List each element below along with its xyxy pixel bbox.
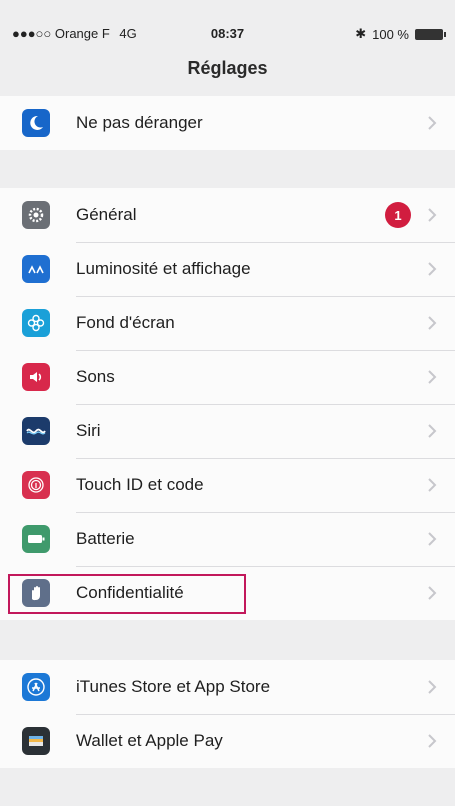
fingerprint-icon [22, 471, 50, 499]
settings-row-label: Général [76, 205, 137, 224]
wallet-icon [22, 727, 50, 755]
chevron-right-icon [428, 424, 437, 438]
battery-percent: 100 % [372, 26, 409, 42]
settings-group-3: iTunes Store et App Store Wallet et Appl… [0, 660, 455, 768]
chevron-right-icon [428, 586, 437, 600]
gear-icon [22, 201, 50, 229]
settings-row-label: Wallet et Apple Pay [76, 731, 223, 750]
settings-row-wallet[interactable]: Wallet et Apple Pay [0, 714, 455, 768]
settings-row-label: iTunes Store et App Store [76, 677, 271, 696]
brightness-icon [22, 255, 50, 283]
chevron-right-icon [428, 532, 437, 546]
app-store-icon [22, 673, 50, 701]
chevron-right-icon [428, 734, 437, 748]
chevron-right-icon [428, 262, 437, 276]
settings-row-label: Luminosité et affichage [76, 259, 251, 278]
status-bar: ●●●○○ Orange F 4G 08:37 ✱ 100 % [0, 0, 455, 54]
chevron-right-icon [428, 370, 437, 384]
settings-row-siri[interactable]: Siri [0, 404, 455, 458]
settings-row-label: Sons [76, 367, 115, 386]
settings-row-label: Siri [76, 421, 101, 440]
settings-row-sons[interactable]: Sons [0, 350, 455, 404]
notification-badge: 1 [385, 202, 411, 228]
settings-row-ne-pas-deranger[interactable]: Ne pas déranger [0, 96, 455, 150]
settings-row-label: Ne pas déranger [76, 113, 203, 132]
settings-row-itunes-app-store[interactable]: iTunes Store et App Store [0, 660, 455, 714]
battery-icon [415, 28, 446, 40]
settings-row-luminosite[interactable]: Luminosité et affichage [0, 242, 455, 296]
settings-row-label: Batterie [76, 529, 135, 548]
bluetooth-icon: ✱ [355, 26, 367, 41]
settings-row-confidentialite[interactable]: Confidentialité [0, 566, 455, 620]
battery-icon [22, 525, 50, 553]
moon-icon [22, 109, 50, 137]
settings-row-label: Fond d'écran [76, 313, 175, 332]
status-right: ✱ 100 % [355, 26, 446, 42]
settings-row-touch-id[interactable]: Touch ID et code [0, 458, 455, 512]
flower-icon [22, 309, 50, 337]
speaker-icon [22, 363, 50, 391]
chevron-right-icon [428, 116, 437, 130]
siri-icon [22, 417, 50, 445]
settings-group-2: Général 1 Luminosité et affichage Fond d… [0, 188, 455, 620]
chevron-right-icon [428, 208, 437, 222]
chevron-right-icon [428, 478, 437, 492]
chevron-right-icon [428, 680, 437, 694]
settings-group-1: Ne pas déranger [0, 96, 455, 150]
settings-row-fond-ecran[interactable]: Fond d'écran [0, 296, 455, 350]
settings-row-general[interactable]: Général 1 [0, 188, 455, 242]
settings-row-label: Touch ID et code [76, 475, 204, 494]
settings-row-batterie[interactable]: Batterie [0, 512, 455, 566]
page-title: Réglages [187, 58, 268, 78]
highlight-box [8, 574, 246, 614]
chevron-right-icon [428, 316, 437, 330]
